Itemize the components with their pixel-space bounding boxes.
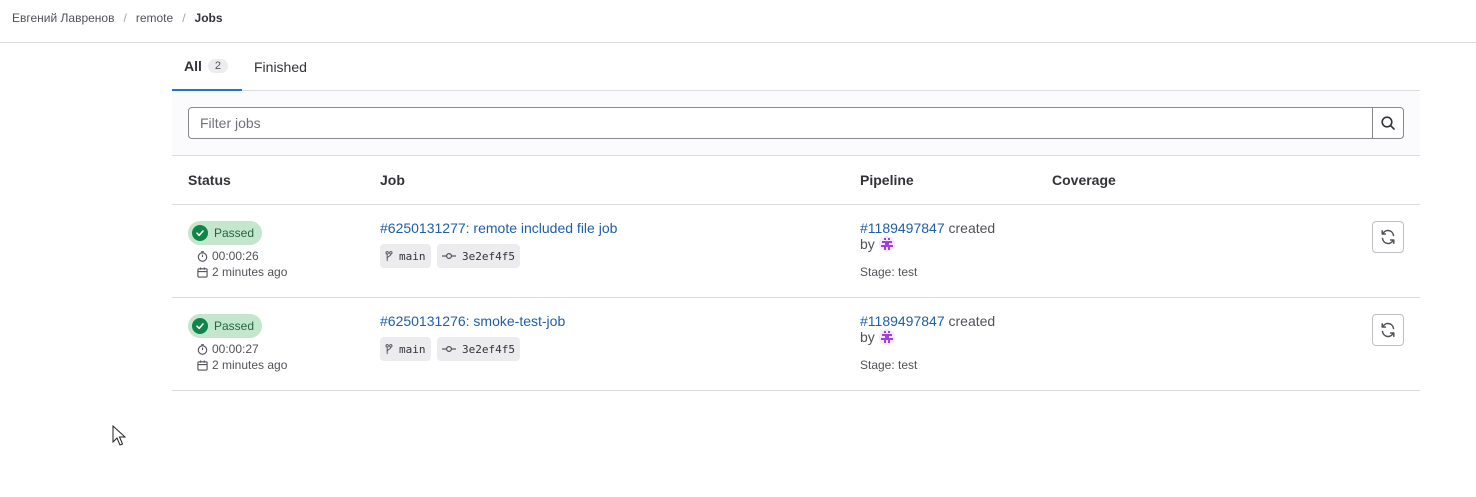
pipeline-link[interactable]: #1189497847 — [860, 313, 945, 329]
pipeline-by-text: by — [860, 329, 875, 345]
retry-button[interactable] — [1372, 314, 1404, 346]
ref-chip[interactable]: main — [380, 337, 431, 361]
breadcrumb: Евгений Лавренов / remote / Jobs — [12, 11, 223, 25]
job-duration: 00:00:26 — [197, 249, 259, 263]
pipeline-by-text: by — [860, 236, 875, 252]
retry-icon — [1381, 229, 1395, 245]
job-link[interactable]: #6250131277: remote included file job — [380, 220, 617, 236]
status-label: Passed — [214, 319, 255, 333]
column-status: Status — [188, 172, 231, 188]
tab-finished[interactable]: Finished — [254, 43, 307, 91]
calendar-icon — [197, 266, 208, 278]
breadcrumb-project[interactable]: remote — [136, 11, 173, 25]
commit-chip[interactable]: 3e2ef4f5 — [437, 244, 520, 268]
retry-icon — [1381, 322, 1395, 338]
tab-bar: All 2 Finished — [172, 43, 1420, 91]
duration-text: 00:00:27 — [212, 342, 259, 356]
search-button[interactable] — [1372, 107, 1404, 139]
status-badge[interactable]: Passed — [188, 221, 263, 245]
avatar-icon[interactable] — [878, 236, 895, 252]
mouse-cursor-icon — [112, 425, 126, 446]
breadcrumb-separator: / — [182, 11, 186, 25]
status-badge[interactable]: Passed — [188, 314, 263, 338]
commit-sha: 3e2ef4f5 — [462, 342, 515, 356]
pipeline-stage: Stage: test — [860, 265, 918, 279]
commit-icon — [442, 345, 456, 353]
commit-chip[interactable]: 3e2ef4f5 — [437, 337, 520, 361]
jobs-page: All 2 Finished Status Job Pipeline Cover… — [172, 43, 1420, 391]
column-pipeline: Pipeline — [860, 172, 914, 188]
timer-icon — [197, 250, 208, 262]
check-circle-icon — [192, 225, 208, 241]
top-bar: Евгений Лавренов / remote / Jobs — [0, 0, 1476, 43]
filter-jobs-input[interactable] — [188, 107, 1373, 139]
finished-text: 2 minutes ago — [212, 265, 288, 279]
commit-sha: 3e2ef4f5 — [462, 249, 515, 263]
avatar-icon[interactable] — [878, 329, 895, 345]
tab-all-label: All — [184, 58, 202, 74]
breadcrumb-separator: / — [123, 11, 127, 25]
pipeline-info: #1189497847 created by — [860, 220, 1030, 252]
check-circle-icon — [192, 318, 208, 334]
tab-all-count: 2 — [207, 59, 229, 73]
filter-bar — [172, 91, 1420, 156]
pipeline-info: #1189497847 created by — [860, 313, 1030, 345]
pipeline-stage: Stage: test — [860, 358, 918, 372]
pipeline-created-text: created — [948, 220, 996, 236]
column-coverage: Coverage — [1052, 172, 1116, 188]
table-header: Status Job Pipeline Coverage — [172, 156, 1420, 205]
tab-all[interactable]: All 2 — [172, 43, 242, 91]
calendar-icon — [197, 359, 208, 371]
pipeline-link[interactable]: #1189497847 — [860, 220, 945, 236]
pipeline-created-text: created — [948, 313, 996, 329]
branch-icon — [385, 343, 393, 354]
branch-icon — [385, 250, 393, 261]
breadcrumb-current: Jobs — [194, 11, 223, 25]
commit-icon — [442, 252, 456, 260]
retry-button[interactable] — [1372, 221, 1404, 253]
ref-name: main — [399, 342, 426, 356]
breadcrumb-user[interactable]: Евгений Лавренов — [12, 11, 114, 25]
column-job: Job — [380, 172, 405, 188]
search-icon — [1381, 116, 1395, 130]
ref-chip[interactable]: main — [380, 244, 431, 268]
job-finished-time: 2 minutes ago — [197, 265, 287, 279]
status-label: Passed — [214, 226, 255, 240]
job-link[interactable]: #6250131276: smoke-test-job — [380, 313, 565, 329]
timer-icon — [197, 343, 208, 355]
table-row: Passed 00:00:26 2 minutes ago #625013127… — [172, 205, 1420, 298]
finished-text: 2 minutes ago — [212, 358, 288, 372]
duration-text: 00:00:26 — [212, 249, 259, 263]
table-row: Passed 00:00:27 2 minutes ago #625013127… — [172, 298, 1420, 391]
ref-name: main — [399, 249, 426, 263]
job-duration: 00:00:27 — [197, 342, 259, 356]
job-finished-time: 2 minutes ago — [197, 358, 287, 372]
